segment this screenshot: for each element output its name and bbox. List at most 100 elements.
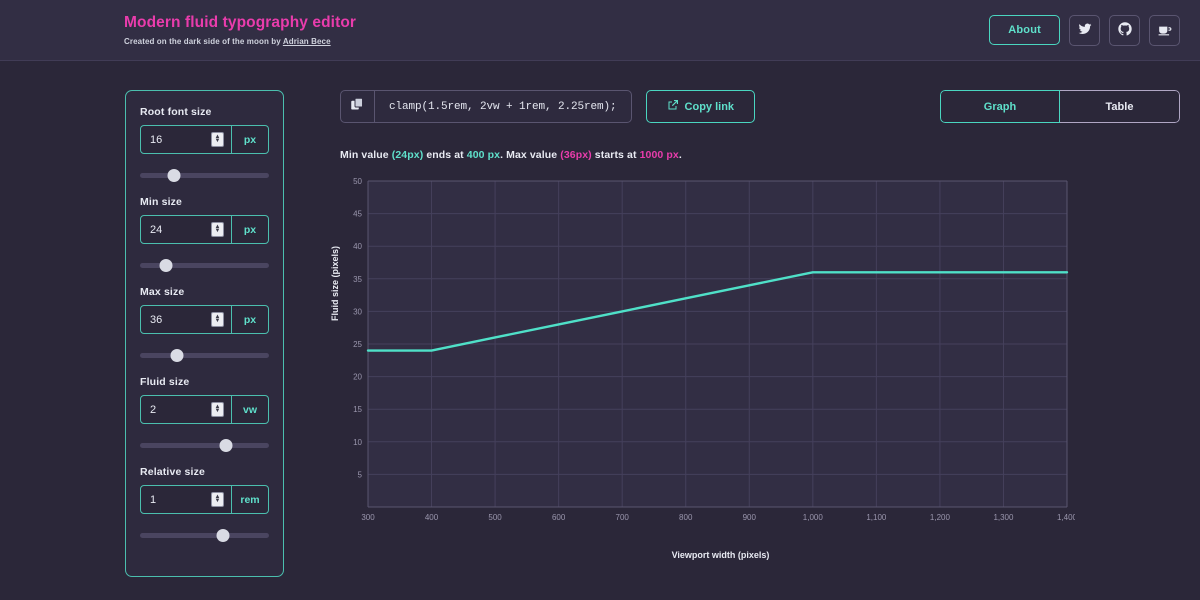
svg-text:500: 500 <box>488 513 502 522</box>
main-content: clamp(1.5rem, 2vw + 1rem, 2.25rem); Copy… <box>340 90 1200 577</box>
field-label-min-size: Min size <box>140 196 269 208</box>
root-font-size-input[interactable]: 16 ▲▼ <box>141 126 231 153</box>
svg-text:45: 45 <box>353 210 362 219</box>
input-row-root-font-size[interactable]: 16 ▲▼ px <box>140 125 269 154</box>
fluid-size-chart: Fluid size (pixels) 51015202530354045503… <box>340 175 1075 560</box>
field-max-size: Max size 36 ▲▼ px <box>140 286 269 368</box>
svg-text:30: 30 <box>353 307 362 316</box>
svg-text:5: 5 <box>358 470 363 479</box>
svg-text:1,400: 1,400 <box>1057 513 1075 522</box>
info-text-5: . <box>679 149 682 161</box>
chart-x-axis-label: Viewport width (pixels) <box>340 550 1075 560</box>
fluid-size-input[interactable]: 2 ▲▼ <box>141 396 231 423</box>
twitter-icon <box>1078 22 1092 39</box>
code-snippet-box: clamp(1.5rem, 2vw + 1rem, 2.25rem); <box>340 90 632 123</box>
fluid-size-stepper[interactable]: ▲▼ <box>211 402 224 417</box>
chart-canvas: 5 10 15 20 25 30 35 40 45 50 300 400 500 600 700 800 900… <box>340 175 1075 535</box>
max-size-input[interactable]: 36 ▲▼ <box>141 306 231 333</box>
view-toggle: Graph Table <box>940 90 1180 123</box>
min-size-unit: px <box>231 216 268 243</box>
slider-thumb[interactable] <box>159 259 172 272</box>
info-min-stop: 400 px <box>467 149 500 161</box>
min-size-input[interactable]: 24 ▲▼ <box>141 216 231 243</box>
field-fluid-size: Fluid size 2 ▲▼ vw <box>140 376 269 458</box>
slider-thumb[interactable] <box>167 169 180 182</box>
slider-thumb[interactable] <box>220 439 233 452</box>
max-size-slider[interactable] <box>140 342 269 368</box>
svg-text:700: 700 <box>616 513 630 522</box>
svg-text:1,100: 1,100 <box>866 513 887 522</box>
copy-code-button[interactable] <box>341 91 375 122</box>
slider-track <box>140 443 269 448</box>
input-row-fluid-size[interactable]: 2 ▲▼ vw <box>140 395 269 424</box>
twitter-link-button[interactable] <box>1069 15 1100 46</box>
svg-text:300: 300 <box>361 513 375 522</box>
svg-text:35: 35 <box>353 275 362 284</box>
svg-text:600: 600 <box>552 513 566 522</box>
max-size-stepper[interactable]: ▲▼ <box>211 312 224 327</box>
svg-text:50: 50 <box>353 177 362 186</box>
field-label-root-font-size: Root font size <box>140 106 269 118</box>
slider-thumb[interactable] <box>171 349 184 362</box>
slider-track <box>140 533 269 538</box>
relative-size-stepper[interactable]: ▲▼ <box>211 492 224 507</box>
min-size-slider[interactable] <box>140 252 269 278</box>
info-max-value: (36px) <box>560 149 592 161</box>
svg-text:400: 400 <box>425 513 439 522</box>
info-text-3: . Max value <box>500 149 560 161</box>
field-root-font-size: Root font size 16 ▲▼ px <box>140 106 269 188</box>
tab-graph[interactable]: Graph <box>940 90 1060 123</box>
copy-link-button[interactable]: Copy link <box>646 90 756 123</box>
svg-text:25: 25 <box>353 340 362 349</box>
min-size-value: 24 <box>150 224 162 236</box>
info-max-stop: 1000 px <box>640 149 679 161</box>
author-link[interactable]: Adrian Bece <box>283 37 331 46</box>
page-body: Root font size 16 ▲▼ px Min size 24 ▲▼ <box>0 61 1200 577</box>
range-info-text: Min value (24px) ends at 400 px. Max val… <box>340 149 1180 161</box>
svg-text:40: 40 <box>353 242 362 251</box>
root-font-size-unit: px <box>231 126 268 153</box>
header-actions: About <box>989 15 1180 46</box>
svg-text:10: 10 <box>353 438 362 447</box>
controls-panel: Root font size 16 ▲▼ px Min size 24 ▲▼ <box>125 90 284 577</box>
slider-track <box>140 173 269 178</box>
input-row-max-size[interactable]: 36 ▲▼ px <box>140 305 269 334</box>
info-text-4: starts at <box>592 149 640 161</box>
input-row-min-size[interactable]: 24 ▲▼ px <box>140 215 269 244</box>
relative-size-input[interactable]: 1 ▲▼ <box>141 486 231 513</box>
svg-text:20: 20 <box>353 373 362 382</box>
slider-thumb[interactable] <box>216 529 229 542</box>
field-relative-size: Relative size 1 ▲▼ rem <box>140 466 269 548</box>
coffee-icon <box>1158 22 1172 39</box>
copy-icon <box>350 97 365 117</box>
about-button[interactable]: About <box>989 15 1060 45</box>
svg-text:1,200: 1,200 <box>930 513 951 522</box>
max-size-unit: px <box>231 306 268 333</box>
min-size-stepper[interactable]: ▲▼ <box>211 222 224 237</box>
field-label-relative-size: Relative size <box>140 466 269 478</box>
svg-text:900: 900 <box>743 513 757 522</box>
root-font-size-slider[interactable] <box>140 162 269 188</box>
fluid-size-slider[interactable] <box>140 432 269 458</box>
fluid-size-unit: vw <box>231 396 268 423</box>
buy-coffee-button[interactable] <box>1149 15 1180 46</box>
svg-text:800: 800 <box>679 513 693 522</box>
root-font-size-stepper[interactable]: ▲▼ <box>211 132 224 147</box>
page-subtitle: Created on the dark side of the moon by … <box>124 37 356 46</box>
svg-text:15: 15 <box>353 405 362 414</box>
relative-size-unit: rem <box>231 486 268 513</box>
relative-size-slider[interactable] <box>140 522 269 548</box>
field-min-size: Min size 24 ▲▼ px <box>140 196 269 278</box>
page-title: Modern fluid typography editor <box>124 14 356 32</box>
brand: Modern fluid typography editor Created o… <box>124 14 356 46</box>
field-label-fluid-size: Fluid size <box>140 376 269 388</box>
subtitle-text: Created on the dark side of the moon by <box>124 37 283 46</box>
github-link-button[interactable] <box>1109 15 1140 46</box>
root-font-size-value: 16 <box>150 134 162 146</box>
copy-link-label: Copy link <box>685 101 735 113</box>
input-row-relative-size[interactable]: 1 ▲▼ rem <box>140 485 269 514</box>
tab-table[interactable]: Table <box>1060 90 1180 123</box>
app-header: Modern fluid typography editor Created o… <box>0 0 1200 61</box>
external-link-icon <box>667 99 679 114</box>
info-text-2: ends at <box>423 149 467 161</box>
